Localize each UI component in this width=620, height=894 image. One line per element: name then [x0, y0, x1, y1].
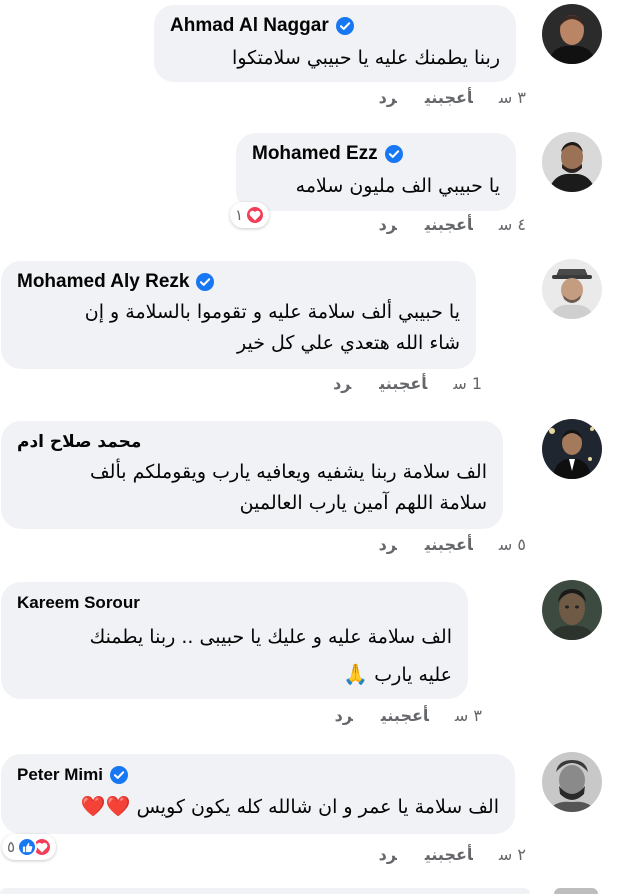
- avatar[interactable]: [542, 4, 602, 64]
- commenter-name[interactable]: Mohamed Aly Rezk: [17, 271, 460, 293]
- comment-text: يا حبيبي الف مليون سلامه: [295, 175, 500, 197]
- comment-text: الف سلامة ربنا يشفيه ويعافيه يارب ويقومل…: [90, 461, 487, 514]
- comment-bubble: محمد صلاح ادم الف سلامة ربنا يشفيه ويعاف…: [1, 421, 503, 529]
- reply-button[interactable]: رد: [379, 845, 397, 864]
- like-button[interactable]: أعجبني: [425, 88, 473, 107]
- comment-time[interactable]: ٥ س: [499, 535, 526, 554]
- like-button[interactable]: أعجبني: [425, 535, 473, 554]
- comment-bubble: Kareem Sorour الف سلامة عليه و عليك يا ح…: [1, 582, 468, 699]
- reply-button[interactable]: رد: [379, 88, 397, 107]
- commenter-name[interactable]: محمد صلاح ادم: [17, 431, 487, 453]
- heart-reaction-icon: [245, 205, 266, 225]
- commenter-name[interactable]: Ahmad Al Naggar: [170, 15, 500, 37]
- next-avatar-edge: [554, 888, 598, 894]
- comment-actions: ٢ س أعجبني رد: [379, 845, 526, 864]
- verified-badge-icon: [384, 145, 403, 163]
- comment-bubble: Peter Mimi الف سلامة يا عمر و ان شالله ك…: [1, 754, 515, 834]
- comment-text: الف سلامة عليه و عليك يا حبيبى .. ربنا ي…: [89, 626, 452, 686]
- like-button[interactable]: أعجبني: [379, 374, 427, 393]
- comment-text: الف سلامة يا عمر و ان شالله كله يكون كوي…: [80, 794, 499, 818]
- comment-time[interactable]: ٣ س: [499, 88, 526, 107]
- comment-text: ربنا يطمنك عليه يا حبيبي سلامتكوا: [232, 47, 500, 69]
- avatar[interactable]: [542, 259, 602, 319]
- avatar[interactable]: [542, 132, 602, 192]
- pray-emoji: 🙏: [343, 662, 369, 686]
- comment-actions: 1 س أعجبني رد: [333, 374, 482, 393]
- reply-button[interactable]: رد: [335, 706, 353, 725]
- verified-badge-icon: [335, 17, 354, 35]
- comment-actions: ٤ س أعجبني رد: [379, 215, 526, 234]
- comment-bubble: Mohamed Aly Rezk يا حبيبي ألف سلامة عليه…: [1, 261, 476, 369]
- verified-badge-icon: [109, 766, 128, 784]
- reaction-summary[interactable]: ١: [230, 202, 270, 228]
- commenter-name[interactable]: Peter Mimi: [17, 764, 499, 786]
- heart-emoji: ❤️❤️: [80, 794, 131, 818]
- reply-button[interactable]: رد: [379, 535, 397, 554]
- comment-time[interactable]: ٣ س: [455, 706, 482, 725]
- comment-actions: ٥ س أعجبني رد: [379, 535, 526, 554]
- reply-button[interactable]: رد: [333, 374, 351, 393]
- like-button[interactable]: أعجبني: [425, 845, 473, 864]
- reply-button[interactable]: رد: [379, 215, 397, 234]
- comment-time[interactable]: ٢ س: [499, 845, 526, 864]
- comment-bubble: Mohamed Ezz يا حبيبي الف مليون سلامه: [236, 133, 516, 211]
- reaction-summary[interactable]: ٥: [2, 834, 57, 860]
- commenter-name[interactable]: Mohamed Ezz: [252, 143, 500, 165]
- verified-badge-icon: [196, 273, 215, 291]
- avatar[interactable]: [542, 752, 602, 812]
- comment-text: يا حبيبي ألف سلامة عليه و تقوموا بالسلام…: [84, 301, 460, 354]
- commenter-name[interactable]: Kareem Sorour: [17, 592, 452, 614]
- avatar[interactable]: [542, 580, 602, 640]
- reaction-count: ١: [235, 206, 244, 224]
- thumbs-up-reaction-icon: [17, 837, 38, 857]
- comment-time[interactable]: 1 س: [453, 374, 482, 393]
- avatar[interactable]: [542, 419, 602, 479]
- reaction-count: ٥: [7, 838, 16, 856]
- comment-bubble: Ahmad Al Naggar ربنا يطمنك عليه يا حبيبي…: [154, 5, 516, 82]
- like-button[interactable]: أعجبني: [381, 706, 429, 725]
- comment-actions: ٣ س أعجبني رد: [379, 88, 526, 107]
- comment-time[interactable]: ٤ س: [499, 215, 526, 234]
- comment-actions: ٣ س أعجبني رد: [335, 706, 482, 725]
- next-comment-edge: [0, 888, 530, 894]
- like-button[interactable]: أعجبني: [425, 215, 473, 234]
